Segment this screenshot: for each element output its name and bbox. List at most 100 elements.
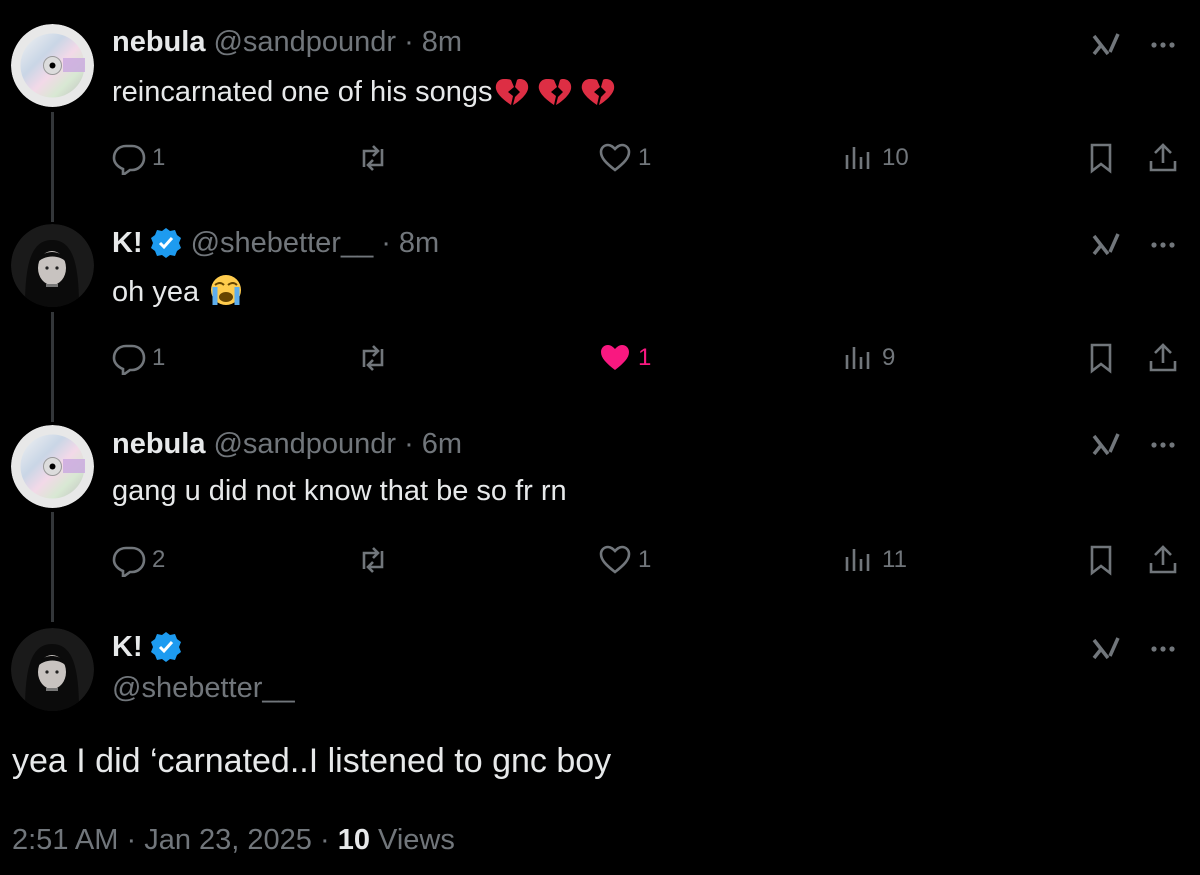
heart-icon [601, 345, 629, 370]
like-count: 1 [638, 546, 652, 573]
repost-icon [362, 547, 384, 573]
share-button[interactable] [1146, 538, 1180, 582]
views-count: 9 [882, 344, 896, 371]
cd-avatar-image [11, 24, 94, 107]
main-post-text: yea I did ‘carnated..I listened to gnc b… [12, 742, 612, 780]
post-text: gang u did not know that be so fr rn [112, 475, 567, 508]
views-button[interactable]: 11 [842, 538, 907, 582]
girl-avatar-image [11, 628, 94, 711]
avatar[interactable] [11, 425, 94, 508]
reply-count: 1 [152, 344, 166, 371]
repost-icon [362, 145, 384, 171]
more-icon[interactable] [1146, 228, 1180, 262]
user-handle[interactable]: @shebetter__ [112, 672, 295, 705]
views-count: 10 [337, 824, 370, 856]
girl-avatar-image [11, 224, 94, 307]
verified-badge-icon [149, 630, 183, 664]
views-button[interactable]: 9 [842, 336, 895, 380]
reply-count: 2 [152, 546, 166, 573]
post-text: oh yea [112, 273, 243, 315]
post-actions: 1 1 10 [112, 136, 1192, 180]
bookmark-icon [1090, 343, 1112, 374]
post-actions: 2 1 11 [112, 538, 1192, 582]
reply-button[interactable]: 1 [112, 336, 165, 380]
like-button[interactable]: 1 [598, 136, 651, 180]
avatar[interactable] [11, 628, 94, 711]
display-name[interactable]: nebula [112, 428, 205, 461]
reply-icon [112, 144, 146, 175]
like-button[interactable]: 1 [598, 336, 651, 380]
views-count: 11 [882, 546, 907, 573]
repost-icon [362, 345, 384, 371]
post-timestamp[interactable]: 2:51 AM [12, 824, 118, 856]
grok-icon[interactable] [1090, 228, 1124, 262]
thread-line [51, 112, 54, 222]
grok-icon[interactable] [1090, 428, 1124, 462]
grok-icon[interactable] [1090, 632, 1124, 666]
user-handle[interactable]: @sandpoundr [213, 428, 396, 461]
post-time[interactable]: 8m [422, 26, 462, 59]
cd-avatar-image [11, 425, 94, 508]
separator: · [381, 226, 391, 259]
like-count: 1 [638, 144, 652, 171]
separator: · [404, 26, 414, 58]
post-actions: 1 1 9 [112, 336, 1192, 380]
thread-line [51, 512, 54, 622]
views-button[interactable]: 10 [842, 136, 909, 180]
separator: · [319, 824, 330, 856]
reply-icon [112, 546, 146, 577]
views-icon [845, 549, 870, 571]
repost-button[interactable] [356, 336, 390, 380]
display-name[interactable]: K! [112, 227, 143, 260]
views-icon [845, 147, 870, 169]
post-meta: 2:51 AM · Jan 23, 2025 · 10 Views [12, 824, 455, 857]
bookmark-button[interactable] [1084, 136, 1118, 180]
broken-heart-emoji [494, 73, 622, 115]
display-name[interactable]: nebula [112, 26, 205, 59]
share-button[interactable] [1146, 136, 1180, 180]
avatar[interactable] [11, 24, 94, 107]
share-icon [1149, 143, 1177, 172]
post-time[interactable]: 8m [399, 227, 439, 260]
user-handle[interactable]: @shebetter__ [191, 227, 374, 260]
post-text: reincarnated one of his songs [112, 73, 622, 115]
post-header: nebula @sandpoundr · 8m [112, 26, 462, 59]
separator: · [404, 428, 414, 460]
like-button[interactable]: 1 [598, 538, 651, 582]
reply-icon [112, 344, 146, 375]
bookmark-icon [1090, 545, 1112, 576]
views-label: Views [378, 824, 455, 856]
more-icon[interactable] [1146, 28, 1180, 62]
avatar[interactable] [11, 224, 94, 307]
repost-button[interactable] [356, 136, 390, 180]
main-post-name-row: K! [112, 630, 183, 664]
post-date[interactable]: Jan 23, 2025 [144, 824, 312, 856]
views-count: 10 [882, 144, 909, 171]
verified-badge-icon [149, 226, 183, 260]
post-header: nebula @sandpoundr · 6m [112, 428, 462, 461]
like-count: 1 [638, 344, 652, 371]
grok-icon[interactable] [1090, 28, 1124, 62]
bookmark-icon [1090, 143, 1112, 174]
post-time[interactable]: 6m [422, 428, 462, 461]
post-text-body: oh yea [112, 276, 200, 308]
user-handle[interactable]: @sandpoundr [213, 26, 396, 59]
heart-icon [599, 545, 631, 574]
post-text-body: gang u did not know that be so fr rn [112, 475, 567, 507]
post-header: K! @shebetter__ · 8m [112, 226, 439, 260]
loudly-crying-face-emoji [209, 273, 243, 315]
heart-icon [599, 143, 631, 172]
reply-button[interactable]: 2 [112, 538, 165, 582]
share-icon [1149, 343, 1177, 372]
bookmark-button[interactable] [1084, 538, 1118, 582]
reply-button[interactable]: 1 [112, 136, 165, 180]
repost-button[interactable] [356, 538, 390, 582]
share-icon [1149, 545, 1177, 574]
bookmark-button[interactable] [1084, 336, 1118, 380]
share-button[interactable] [1146, 336, 1180, 380]
main-post-handle-row: @shebetter__ [112, 672, 295, 705]
more-icon[interactable] [1146, 428, 1180, 462]
reply-count: 1 [152, 144, 166, 171]
more-icon[interactable] [1146, 632, 1180, 666]
display-name[interactable]: K! [112, 631, 143, 664]
